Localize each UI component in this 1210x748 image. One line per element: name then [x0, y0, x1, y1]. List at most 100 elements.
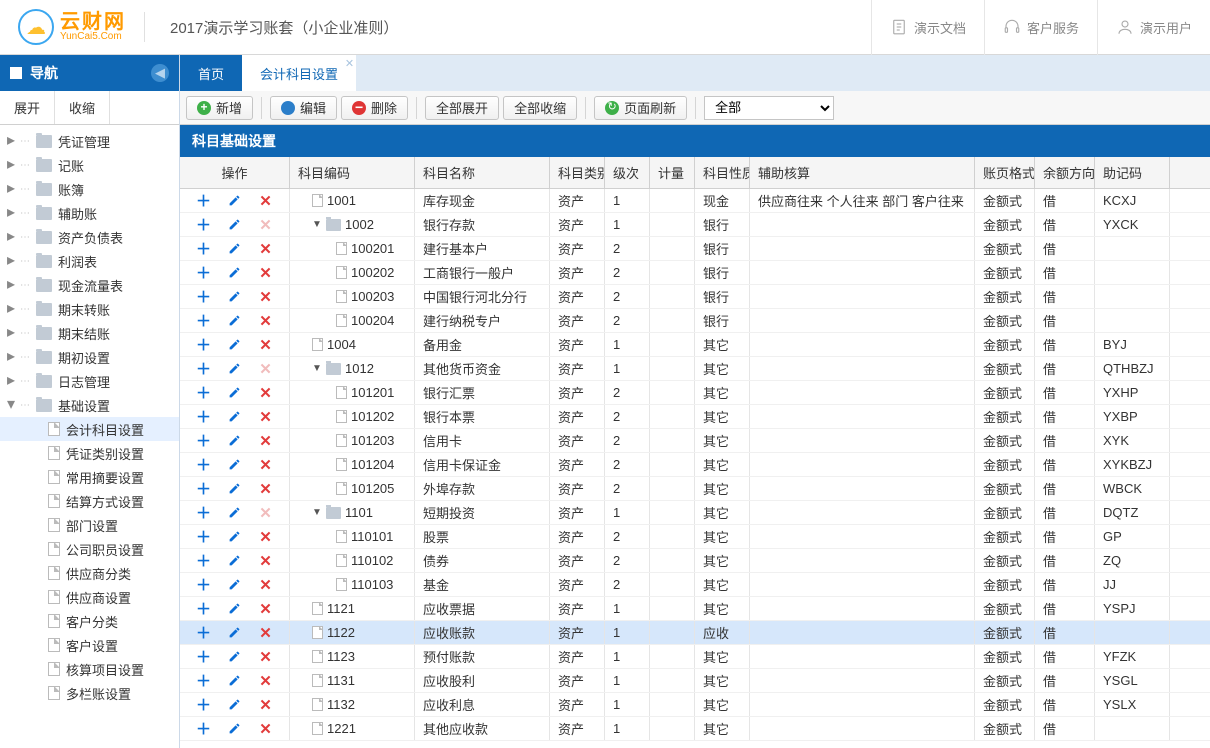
row-edit-button[interactable] [225, 263, 245, 283]
row-edit-button[interactable] [225, 407, 245, 427]
row-delete-button[interactable]: ✕ [256, 551, 276, 571]
row-add-button[interactable]: ＋ [194, 311, 214, 331]
row-edit-button[interactable] [225, 359, 245, 379]
expand-icon[interactable]: ▸ [4, 230, 18, 244]
table-row[interactable]: ＋ ✕ 110102 债券 资产 2 其它 金额式 借 ZQ [180, 549, 1210, 573]
sidebar-subitem[interactable]: 供应商分类 [0, 561, 179, 585]
table-row[interactable]: ＋ ✕ 101203 信用卡 资产 2 其它 金额式 借 XYK [180, 429, 1210, 453]
expand-icon[interactable]: ▸ [4, 278, 18, 292]
table-row[interactable]: ＋ ✕ 101201 银行汇票 资产 2 其它 金额式 借 YXHP [180, 381, 1210, 405]
row-edit-button[interactable] [225, 383, 245, 403]
row-add-button[interactable]: ＋ [194, 287, 214, 307]
add-button[interactable]: 新增 [186, 96, 253, 120]
sidebar-item[interactable]: ▸⋯记账 [0, 153, 179, 177]
row-add-button[interactable]: ＋ [194, 671, 214, 691]
row-edit-button[interactable] [225, 191, 245, 211]
row-delete-button[interactable]: ✕ [256, 359, 276, 379]
row-add-button[interactable]: ＋ [194, 623, 214, 643]
row-add-button[interactable]: ＋ [194, 239, 214, 259]
sidebar-item[interactable]: ▸⋯资产负债表 [0, 225, 179, 249]
row-delete-button[interactable]: ✕ [256, 263, 276, 283]
row-edit-button[interactable] [225, 311, 245, 331]
row-delete-button[interactable]: ✕ [256, 215, 276, 235]
expand-icon[interactable]: ▸ [4, 134, 18, 148]
tab-account-settings[interactable]: 会计科目设置 ✕ [242, 55, 356, 91]
row-delete-button[interactable]: ✕ [256, 647, 276, 667]
sidebar-collapse-button[interactable]: ◀ [151, 64, 169, 82]
sidebar-subitem[interactable]: 客户设置 [0, 633, 179, 657]
sidebar-item[interactable]: ▸⋯期初设置 [0, 345, 179, 369]
table-row[interactable]: ＋ ✕ 1221 其他应收款 资产 1 其它 金额式 借 [180, 717, 1210, 741]
row-edit-button[interactable] [225, 527, 245, 547]
row-add-button[interactable]: ＋ [194, 431, 214, 451]
row-edit-button[interactable] [225, 599, 245, 619]
row-delete-button[interactable]: ✕ [256, 383, 276, 403]
table-row[interactable]: ＋ ✕ 1004 备用金 资产 1 其它 金额式 借 BYJ [180, 333, 1210, 357]
row-edit-button[interactable] [225, 335, 245, 355]
delete-button[interactable]: 删除 [341, 96, 408, 120]
table-row[interactable]: ＋ ✕ 1122 应收账款 资产 1 应收 金额式 借 [180, 621, 1210, 645]
refresh-button[interactable]: 页面刷新 [594, 96, 687, 120]
row-delete-button[interactable]: ✕ [256, 239, 276, 259]
customer-service-button[interactable]: 客户服务 [984, 0, 1097, 55]
row-edit-button[interactable] [225, 719, 245, 739]
row-delete-button[interactable]: ✕ [256, 287, 276, 307]
user-button[interactable]: 演示用户 [1097, 0, 1210, 55]
logo[interactable]: ☁ 云财网 YunCai5.Com [0, 9, 144, 45]
row-delete-button[interactable]: ✕ [256, 527, 276, 547]
table-row[interactable]: ＋ ✕ ▼1012 其他货币资金 资产 1 其它 金额式 借 QTHBZJ [180, 357, 1210, 381]
expand-icon[interactable]: ▸ [4, 350, 18, 364]
row-add-button[interactable]: ＋ [194, 503, 214, 523]
expand-icon[interactable]: ▸ [4, 182, 18, 196]
row-edit-button[interactable] [225, 551, 245, 571]
row-add-button[interactable]: ＋ [194, 575, 214, 595]
table-row[interactable]: ＋ ✕ 100201 建行基本户 资产 2 银行 金额式 借 [180, 237, 1210, 261]
table-row[interactable]: ＋ ✕ 1132 应收利息 资产 1 其它 金额式 借 YSLX [180, 693, 1210, 717]
row-delete-button[interactable]: ✕ [256, 575, 276, 595]
tree-expand-button[interactable]: 展开 [0, 91, 55, 124]
table-row[interactable]: ＋ ✕ ▼1101 短期投资 资产 1 其它 金额式 借 DQTZ [180, 501, 1210, 525]
row-delete-button[interactable]: ✕ [256, 335, 276, 355]
sidebar-item[interactable]: ▸⋯辅助账 [0, 201, 179, 225]
tree-collapse-button[interactable]: 收缩 [55, 91, 110, 124]
edit-button[interactable]: 编辑 [270, 96, 337, 120]
sidebar-item[interactable]: ▸⋯利润表 [0, 249, 179, 273]
row-add-button[interactable]: ＋ [194, 527, 214, 547]
close-icon[interactable]: ✕ [345, 57, 354, 70]
row-add-button[interactable]: ＋ [194, 383, 214, 403]
table-row[interactable]: ＋ ✕ 110103 基金 资产 2 其它 金额式 借 JJ [180, 573, 1210, 597]
table-row[interactable]: ＋ ✕ 101205 外埠存款 资产 2 其它 金额式 借 WBCK [180, 477, 1210, 501]
expand-icon[interactable]: ▸ [4, 302, 18, 316]
row-add-button[interactable]: ＋ [194, 599, 214, 619]
row-add-button[interactable]: ＋ [194, 551, 214, 571]
sidebar-subitem[interactable]: 部门设置 [0, 513, 179, 537]
row-delete-button[interactable]: ✕ [256, 719, 276, 739]
row-add-button[interactable]: ＋ [194, 359, 214, 379]
sidebar-item[interactable]: ▸⋯现金流量表 [0, 273, 179, 297]
row-delete-button[interactable]: ✕ [256, 479, 276, 499]
sidebar-item[interactable]: ▸⋯凭证管理 [0, 129, 179, 153]
row-add-button[interactable]: ＋ [194, 455, 214, 475]
row-delete-button[interactable]: ✕ [256, 695, 276, 715]
row-add-button[interactable]: ＋ [194, 647, 214, 667]
row-delete-button[interactable]: ✕ [256, 431, 276, 451]
sidebar-subitem[interactable]: 常用摘要设置 [0, 465, 179, 489]
row-delete-button[interactable]: ✕ [256, 599, 276, 619]
table-row[interactable]: ＋ ✕ 101202 银行本票 资产 2 其它 金额式 借 YXBP [180, 405, 1210, 429]
row-delete-button[interactable]: ✕ [256, 191, 276, 211]
row-delete-button[interactable]: ✕ [256, 311, 276, 331]
expand-icon[interactable]: ▸ [4, 158, 18, 172]
row-delete-button[interactable]: ✕ [256, 407, 276, 427]
row-edit-button[interactable] [225, 503, 245, 523]
row-delete-button[interactable]: ✕ [256, 455, 276, 475]
table-row[interactable]: ＋ ✕ 1001 库存现金 资产 1 现金 供应商往来 个人往来 部门 客户往来… [180, 189, 1210, 213]
expand-icon[interactable]: ▸ [4, 254, 18, 268]
demo-doc-button[interactable]: 演示文档 [871, 0, 984, 55]
row-delete-button[interactable]: ✕ [256, 623, 276, 643]
sidebar-subitem[interactable]: 结算方式设置 [0, 489, 179, 513]
table-row[interactable]: ＋ ✕ 101204 信用卡保证金 资产 2 其它 金额式 借 XYKBZJ [180, 453, 1210, 477]
collapse-icon[interactable]: ▼ [312, 507, 322, 518]
table-row[interactable]: ＋ ✕ 1131 应收股利 资产 1 其它 金额式 借 YSGL [180, 669, 1210, 693]
expand-icon[interactable]: ▸ [4, 206, 18, 220]
table-row[interactable]: ＋ ✕ ▼1002 银行存款 资产 1 银行 金额式 借 YXCK [180, 213, 1210, 237]
